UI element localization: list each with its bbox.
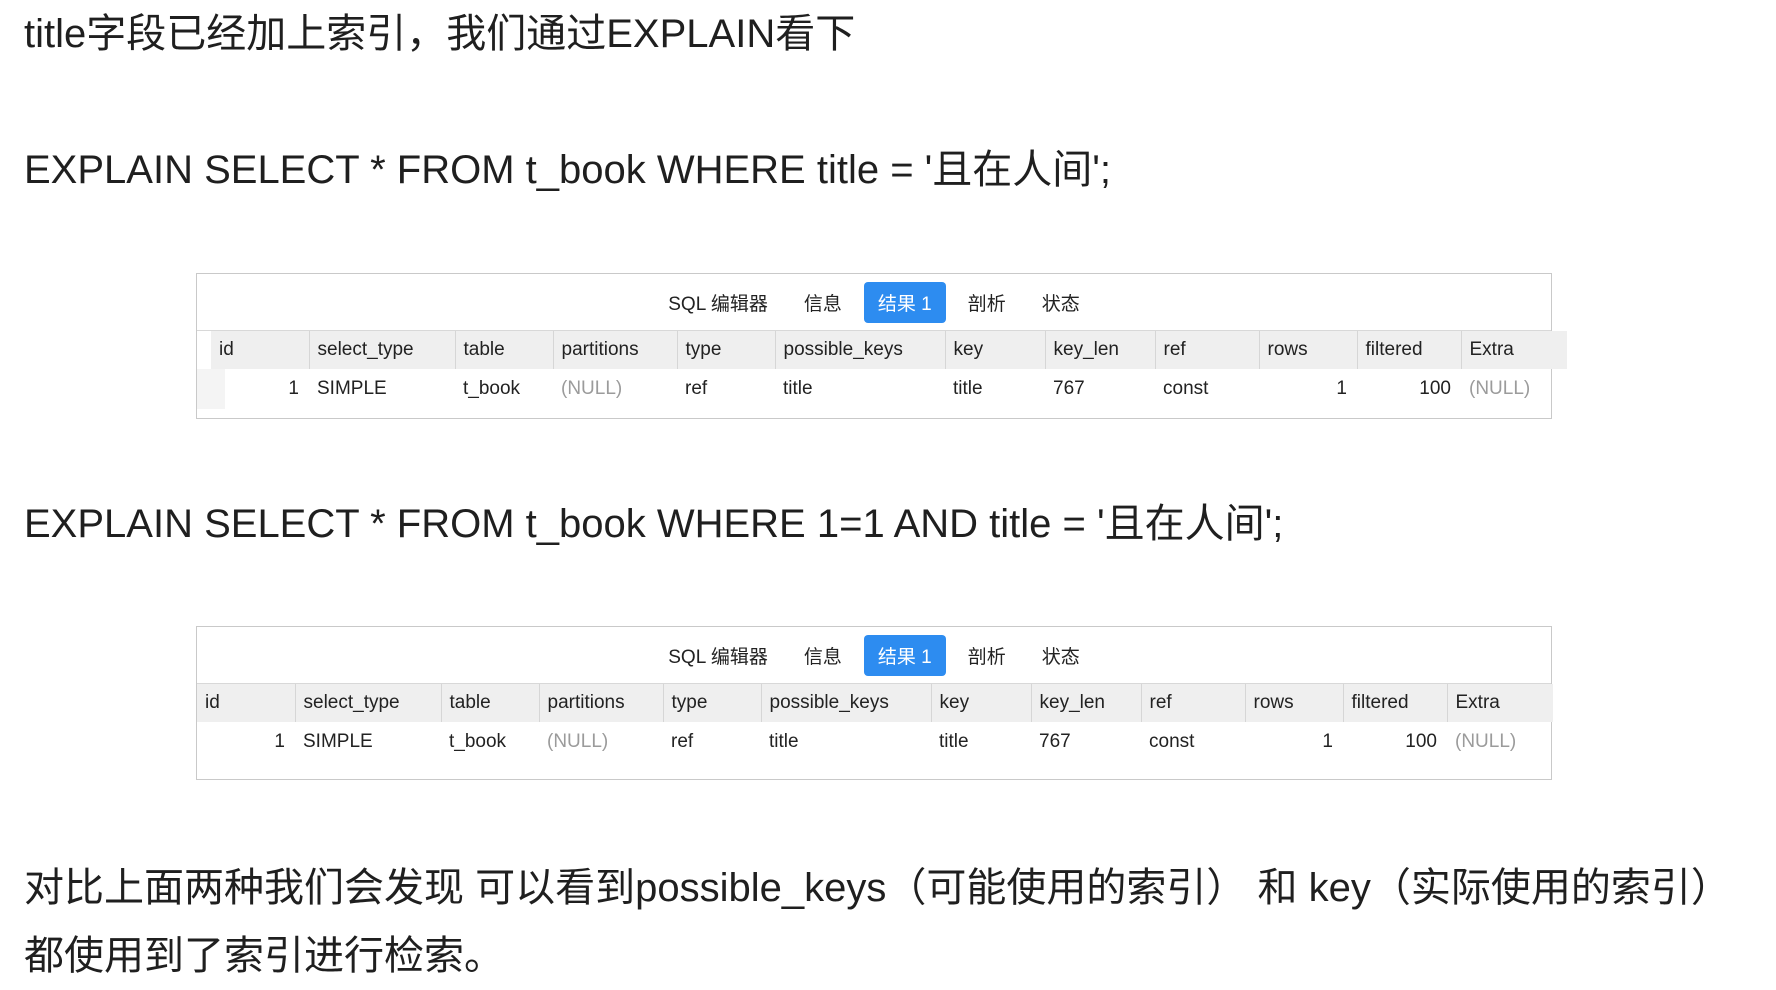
col-header-filtered[interactable]: filtered	[1356, 331, 1461, 369]
cell-select-type: SIMPLE	[303, 731, 373, 752]
tab-result-1[interactable]: 结果 1	[863, 281, 946, 323]
col-header-key-len[interactable]: key_len	[1044, 331, 1155, 369]
col-header-extra[interactable]: Extra	[1460, 331, 1567, 369]
col-header-key[interactable]: key	[930, 684, 1031, 722]
col-header-table[interactable]: table	[440, 684, 539, 722]
cell-possible-keys: title	[769, 731, 799, 752]
col-header-id[interactable]: id	[211, 331, 309, 369]
cell-id: 1	[274, 731, 285, 752]
cell-possible-keys: title	[783, 378, 813, 399]
col-header-table[interactable]: table	[454, 331, 553, 369]
col-header-partitions[interactable]: partitions	[538, 684, 663, 722]
col-header-ref[interactable]: ref	[1140, 684, 1245, 722]
cell-extra: (NULL)	[1455, 731, 1517, 752]
tab-status[interactable]: 状态	[1028, 635, 1094, 676]
tab-info[interactable]: 信息	[790, 635, 856, 676]
cell-key: title	[939, 731, 969, 752]
col-header-key-len[interactable]: key_len	[1030, 684, 1141, 722]
col-header-select-type[interactable]: select_type	[308, 331, 455, 369]
result-grid: id select_type table partitions type pos…	[197, 684, 1553, 762]
cell-type: ref	[685, 378, 708, 399]
cell-filtered: 100	[1419, 378, 1451, 399]
cell-key-len: 767	[1053, 378, 1085, 399]
col-header-possible-keys[interactable]: possible_keys	[760, 684, 931, 722]
col-header-key[interactable]: key	[944, 331, 1045, 369]
conclusion-paragraph: 对比上面两种我们会发现 可以看到possible_keys（可能使用的索引） 和…	[24, 866, 1731, 978]
tab-info[interactable]: 信息	[790, 282, 856, 323]
cell-key-len: 767	[1039, 731, 1071, 752]
tab-result-1[interactable]: 结果 1	[863, 634, 946, 676]
tab-status[interactable]: 状态	[1028, 282, 1094, 323]
explain-result-panel-2: SQL 编辑器 信息 结果 1 剖析 状态 id select_type tab…	[196, 626, 1553, 780]
tab-profile[interactable]: 剖析	[954, 635, 1020, 676]
col-header-possible-keys[interactable]: possible_keys	[774, 331, 945, 369]
col-header-partitions[interactable]: partitions	[552, 331, 677, 369]
col-header-type[interactable]: type	[676, 331, 775, 369]
sql-statement-1: EXPLAIN SELECT * FROM t_book WHERE title…	[24, 148, 1112, 192]
cell-select-type: SIMPLE	[317, 378, 387, 399]
cell-extra: (NULL)	[1469, 378, 1531, 399]
cell-ref: const	[1149, 731, 1195, 752]
sql-statement-2: EXPLAIN SELECT * FROM t_book WHERE 1=1 A…	[24, 502, 1284, 546]
intro-paragraph: title字段已经加上索引，我们通过EXPLAIN看下	[24, 12, 856, 56]
cell-type: ref	[671, 731, 694, 752]
grid-header-row: id select_type table partitions type pos…	[197, 684, 1553, 722]
cell-ref: const	[1163, 378, 1209, 399]
result-tabs: SQL 编辑器 信息 结果 1 剖析 状态	[197, 274, 1551, 331]
tab-sql-editor[interactable]: SQL 编辑器	[654, 635, 782, 676]
cell-table: t_book	[463, 378, 521, 399]
col-header-rows[interactable]: rows	[1258, 331, 1357, 369]
col-header-ref[interactable]: ref	[1154, 331, 1259, 369]
table-row[interactable]: 1 SIMPLE t_book (NULL) ref title title 7…	[197, 722, 1553, 762]
table-row[interactable]: 1 SIMPLE t_book (NULL) ref title title 7…	[197, 369, 1567, 409]
explain-result-panel-1: SQL 编辑器 信息 结果 1 剖析 状态 id select_type tab…	[196, 273, 1567, 419]
col-header-extra[interactable]: Extra	[1446, 684, 1553, 722]
tab-profile[interactable]: 剖析	[954, 282, 1020, 323]
result-tabs: SQL 编辑器 信息 结果 1 剖析 状态	[197, 627, 1551, 684]
cell-partitions: (NULL)	[547, 731, 609, 752]
cell-key: title	[953, 378, 983, 399]
result-grid: id select_type table partitions type pos…	[197, 331, 1567, 409]
col-header-filtered[interactable]: filtered	[1342, 684, 1447, 722]
cell-filtered: 100	[1405, 731, 1437, 752]
col-header-rows[interactable]: rows	[1244, 684, 1343, 722]
col-header-type[interactable]: type	[662, 684, 761, 722]
cell-table: t_book	[449, 731, 507, 752]
cell-rows: 1	[1336, 378, 1347, 399]
col-header-select-type[interactable]: select_type	[294, 684, 441, 722]
grid-header-row: id select_type table partitions type pos…	[211, 331, 1567, 369]
tab-sql-editor[interactable]: SQL 编辑器	[654, 282, 782, 323]
cell-id: 1	[197, 369, 309, 409]
cell-rows: 1	[1322, 731, 1333, 752]
cell-partitions: (NULL)	[561, 378, 623, 399]
col-header-id[interactable]: id	[197, 684, 295, 722]
